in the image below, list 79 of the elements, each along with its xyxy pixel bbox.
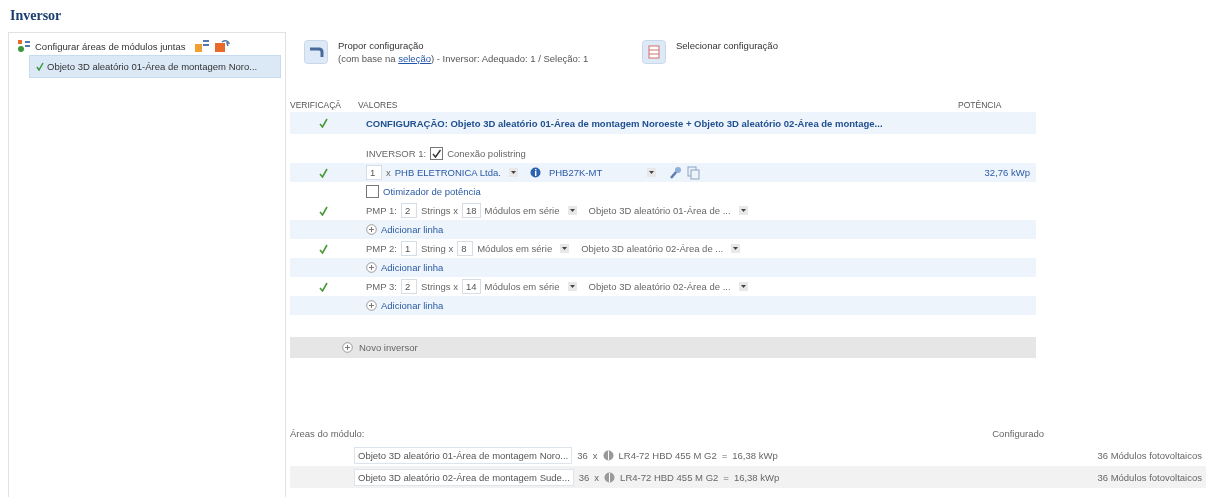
info-icon xyxy=(529,167,541,178)
times-sign: x xyxy=(594,471,600,483)
times-sign: x xyxy=(386,167,391,178)
equals-sign: = xyxy=(723,471,729,483)
action-label[interactable]: Selecionar configuração xyxy=(676,40,778,51)
plus-icon[interactable] xyxy=(342,342,353,353)
area-power: 16,38 kWp xyxy=(733,471,780,483)
dropdown-arrow[interactable] xyxy=(508,168,518,177)
add-line-link[interactable]: Adicionar linha xyxy=(381,224,444,235)
column-header: Configurado xyxy=(992,427,1044,439)
dropdown-arrow[interactable] xyxy=(567,282,577,291)
add-line-link[interactable]: Adicionar linha xyxy=(381,300,444,311)
module-count: 36 xyxy=(578,471,590,483)
modules-field[interactable]: 18 xyxy=(461,203,481,218)
selection-note: (com base na seleção) - Inversor: Adequado: 1 / Seleção: 1 xyxy=(338,53,589,64)
area-field[interactable]: Objeto 3D aleatório 01-Área de montagem Noro... xyxy=(354,446,573,464)
area-field[interactable]: Objeto 3D aleatório 02-Área de montagem Sude... xyxy=(354,468,574,486)
module-type: LR4-72 HBD 455 M G2 xyxy=(620,471,719,483)
page-title: Inversor xyxy=(9,7,63,25)
plus-icon[interactable] xyxy=(366,224,377,235)
action-label[interactable]: Propor configuração xyxy=(338,40,589,51)
modules-field[interactable]: 8 xyxy=(457,241,474,256)
modules-icon[interactable] xyxy=(193,39,210,53)
tree-item[interactable]: Objeto 3D aleatório 01-Área de montagem Noro... xyxy=(29,55,281,78)
area-value: Objeto 3D aleatório 02-Área de ... xyxy=(581,243,724,254)
polystring-checkbox[interactable] xyxy=(430,147,444,160)
dropdown-arrow[interactable] xyxy=(738,282,748,291)
modules-label: Módulos em série xyxy=(477,243,553,254)
optimizer-label: Otimizador de potência xyxy=(383,186,481,197)
modules-label: Módulos em série xyxy=(484,281,560,292)
column-header: VALORES xyxy=(358,100,399,110)
column-header: POTÊNCIA xyxy=(958,100,1003,110)
strings-label: Strings x xyxy=(421,205,458,216)
strings-label: Strings x xyxy=(421,281,458,292)
plus-icon[interactable] xyxy=(366,300,377,311)
mppt-label: PMP 3: xyxy=(366,281,397,292)
dropdown-arrow[interactable] xyxy=(567,206,577,215)
check-icon xyxy=(36,62,44,71)
wrench-icon[interactable] xyxy=(667,165,682,180)
dropdown-arrow[interactable] xyxy=(731,244,741,253)
section-label: Áreas do módulo: xyxy=(290,427,365,439)
module-icon xyxy=(602,449,614,461)
dropdown-arrow[interactable] xyxy=(738,206,748,215)
optimizer-checkbox[interactable] xyxy=(366,185,379,198)
strings-field[interactable]: 1 xyxy=(401,241,417,256)
configuration-title: CONFIGURAÇÃO: Objeto 3D aleatório 01-Área de montagem Noroeste + Objeto 3D aleatório 02-Área de montage... xyxy=(366,117,883,129)
configured-value: 36 Módulos fotovoltaicos xyxy=(1097,449,1203,461)
strings-label: String x xyxy=(421,243,454,254)
mppt-label: PMP 1: xyxy=(366,205,397,216)
tree-root-label[interactable]: Configurar áreas de módulos juntas xyxy=(35,40,186,52)
new-inverter-link[interactable]: Novo inversor xyxy=(359,342,418,353)
modules-field[interactable]: 14 xyxy=(461,279,481,294)
module-count: 36 xyxy=(577,449,588,461)
inverter-label: INVERSOR 1: xyxy=(366,148,427,159)
export-icon[interactable] xyxy=(213,39,230,53)
count-field[interactable]: 1 xyxy=(366,165,382,180)
plus-icon[interactable] xyxy=(366,262,377,273)
times-sign: x xyxy=(592,449,598,461)
dropdown-arrow[interactable] xyxy=(560,244,570,253)
strings-field[interactable]: 2 xyxy=(401,203,417,218)
dropdown-arrow[interactable] xyxy=(646,168,656,177)
modules-label: Módulos em série xyxy=(484,205,560,216)
power-value: 32,76 kWp xyxy=(984,167,1031,178)
module-icon xyxy=(604,471,616,483)
mppt-label: PMP 2: xyxy=(366,243,397,254)
configured-value: 36 Módulos fotovoltaicos xyxy=(1097,471,1203,483)
column-header: VERIFICAÇÃ xyxy=(290,100,342,110)
area-value: Objeto 3D aleatório 01-Área de ... xyxy=(588,205,731,216)
strings-field[interactable]: 2 xyxy=(401,279,417,294)
modules-icon xyxy=(17,39,31,53)
model-value: PHB27K-MT xyxy=(548,167,604,178)
equals-sign: = xyxy=(721,449,728,461)
manufacturer-value: PHB ELETRONICA Ltda. xyxy=(394,167,501,178)
area-value: Objeto 3D aleatório 02-Área de ... xyxy=(588,281,731,292)
module-type: LR4-72 HBD 455 M G2 xyxy=(618,449,717,461)
area-power: 16,38 kWp xyxy=(732,449,778,461)
selection-link[interactable]: seleção xyxy=(398,53,431,64)
add-line-link[interactable]: Adicionar linha xyxy=(381,262,444,273)
polystring-label: Conexão polistring xyxy=(447,148,526,159)
